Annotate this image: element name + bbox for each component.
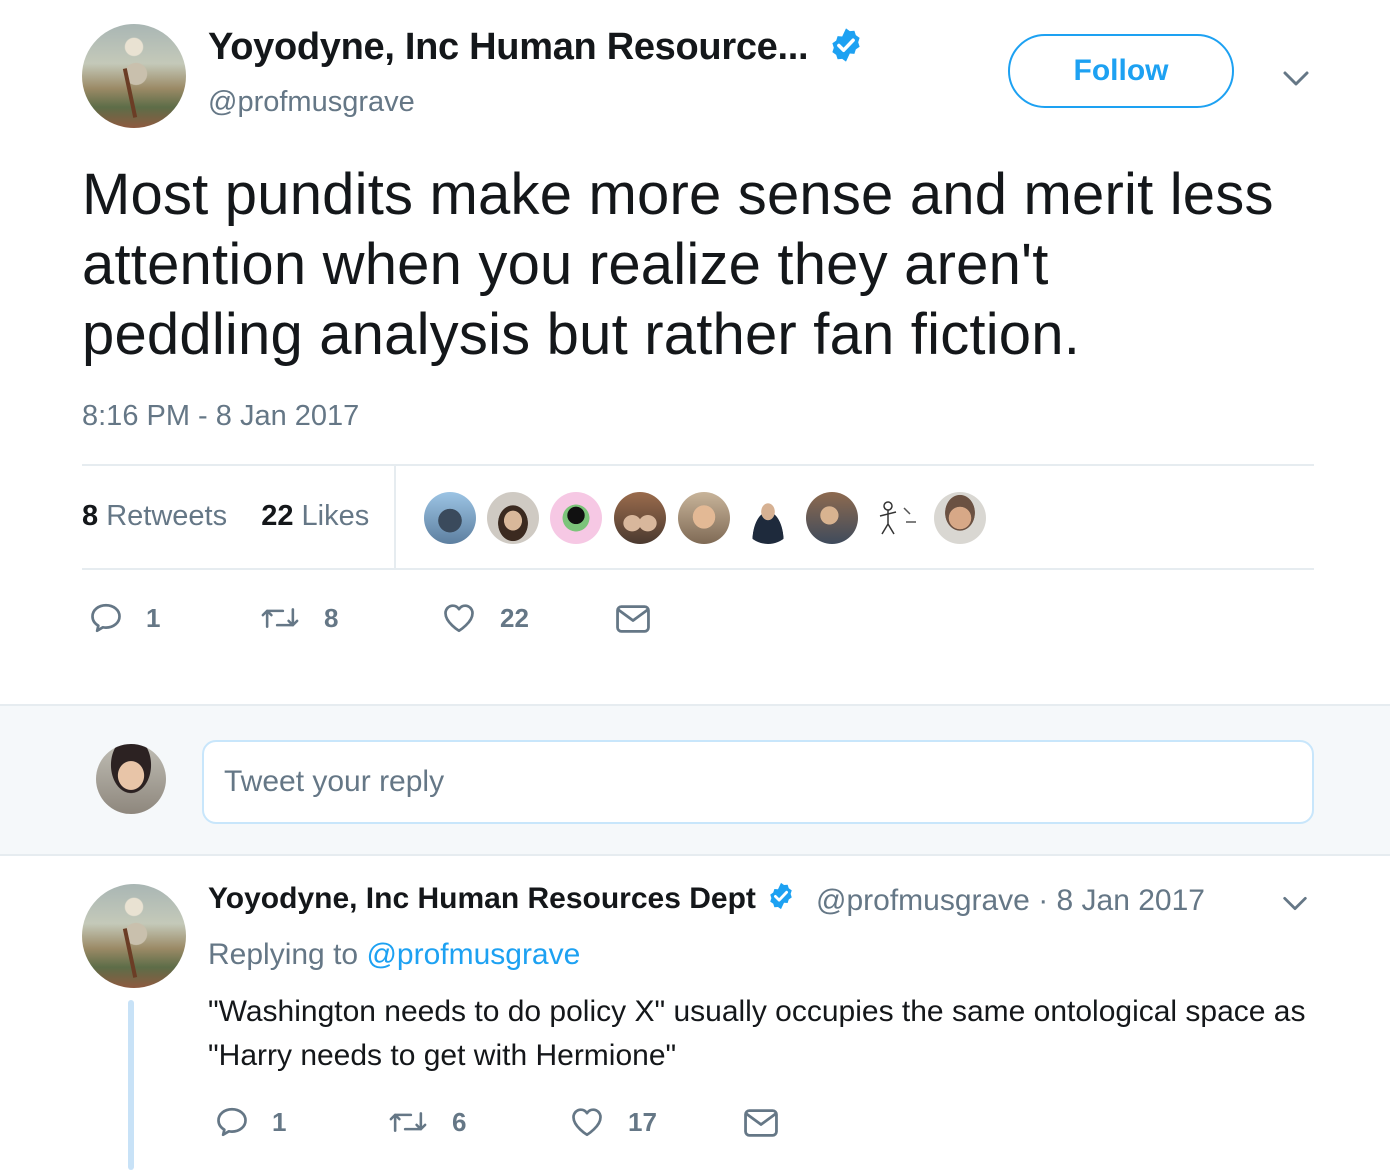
liker-avatar[interactable] — [934, 492, 986, 544]
likes-stat[interactable]: 22 Likes — [261, 500, 369, 532]
direct-message-action[interactable] — [742, 1106, 780, 1140]
liker-avatar[interactable] — [487, 492, 539, 544]
author-handle[interactable]: @profmusgrave — [208, 86, 415, 119]
liker-avatar[interactable] — [870, 492, 922, 544]
current-user-avatar[interactable] — [96, 744, 166, 814]
retweet-count: 6 — [452, 1106, 467, 1137]
reply-count: 1 — [146, 602, 161, 633]
reply-count: 1 — [272, 1106, 287, 1137]
retweets-label: Retweets — [106, 500, 228, 532]
reply-author-avatar[interactable] — [82, 884, 186, 988]
replying-to: Replying to @profmusgrave — [208, 938, 580, 972]
reply-author-name[interactable]: Yoyodyne, Inc Human Resources Dept — [208, 882, 796, 916]
envelope-icon — [616, 605, 650, 633]
follow-button[interactable]: Follow — [1008, 34, 1234, 108]
liker-avatar[interactable] — [550, 492, 602, 544]
retweet-count: 8 — [324, 602, 339, 633]
direct-message-action[interactable] — [614, 602, 652, 636]
like-action[interactable]: 17 — [568, 1104, 657, 1140]
reply-icon — [91, 603, 121, 633]
reply-icon — [217, 1107, 247, 1137]
liker-avatar[interactable] — [424, 492, 476, 544]
like-count: 17 — [628, 1106, 657, 1137]
divider — [82, 568, 1314, 570]
stats-separator — [394, 466, 396, 568]
replying-to-handle-link[interactable]: @profmusgrave — [366, 938, 580, 971]
reply-action[interactable]: 1 — [214, 1104, 286, 1140]
retweet-action[interactable]: 6 — [388, 1104, 466, 1140]
retweets-stat[interactable]: 8 Retweets — [82, 500, 227, 532]
envelope-icon — [744, 1109, 778, 1137]
tweet-timestamp[interactable]: 8:16 PM - 8 Jan 2017 — [82, 400, 359, 433]
author-name-text[interactable]: Yoyodyne, Inc Human Resource... — [208, 26, 809, 68]
retweet-action[interactable]: 8 — [260, 600, 338, 636]
replying-to-label: Replying to — [208, 938, 359, 971]
reply-author-name-text[interactable]: Yoyodyne, Inc Human Resources Dept — [208, 882, 756, 915]
reply-action[interactable]: 1 — [88, 600, 160, 636]
chevron-down-icon[interactable] — [1280, 62, 1312, 94]
heart-icon — [572, 1108, 602, 1137]
chevron-down-icon[interactable] — [1280, 888, 1310, 918]
author-display-name[interactable]: Yoyodyne, Inc Human Resource... — [208, 26, 865, 69]
like-action[interactable]: 22 — [440, 600, 529, 636]
reply-input[interactable] — [202, 740, 1314, 824]
tweet-text: Most pundits make more sense and merit l… — [82, 162, 1274, 367]
heart-icon — [444, 604, 474, 633]
retweet-icon — [261, 608, 299, 628]
author-avatar[interactable] — [82, 24, 186, 128]
divider — [82, 464, 1314, 466]
thread-connector-line — [128, 1000, 134, 1170]
reply-handle-and-date[interactable]: @profmusgrave · 8 Jan 2017 — [816, 884, 1205, 918]
like-count: 22 — [500, 602, 529, 633]
retweet-icon — [389, 1112, 427, 1132]
liker-avatar[interactable] — [614, 492, 666, 544]
liker-avatar[interactable] — [806, 492, 858, 544]
likes-label: Likes — [301, 500, 370, 532]
verified-badge-icon — [770, 882, 793, 910]
engagement-stats: 8 Retweets 22 Likes — [82, 500, 369, 533]
reply-tweet-text: "Washington needs to do policy X" usuall… — [208, 995, 1306, 1072]
retweets-count: 8 — [82, 500, 99, 532]
verified-badge-icon — [831, 28, 860, 62]
likes-count: 22 — [261, 500, 294, 532]
stick-figure-icon — [879, 501, 916, 535]
liker-avatar[interactable] — [678, 492, 730, 544]
liker-avatar[interactable] — [742, 492, 794, 544]
